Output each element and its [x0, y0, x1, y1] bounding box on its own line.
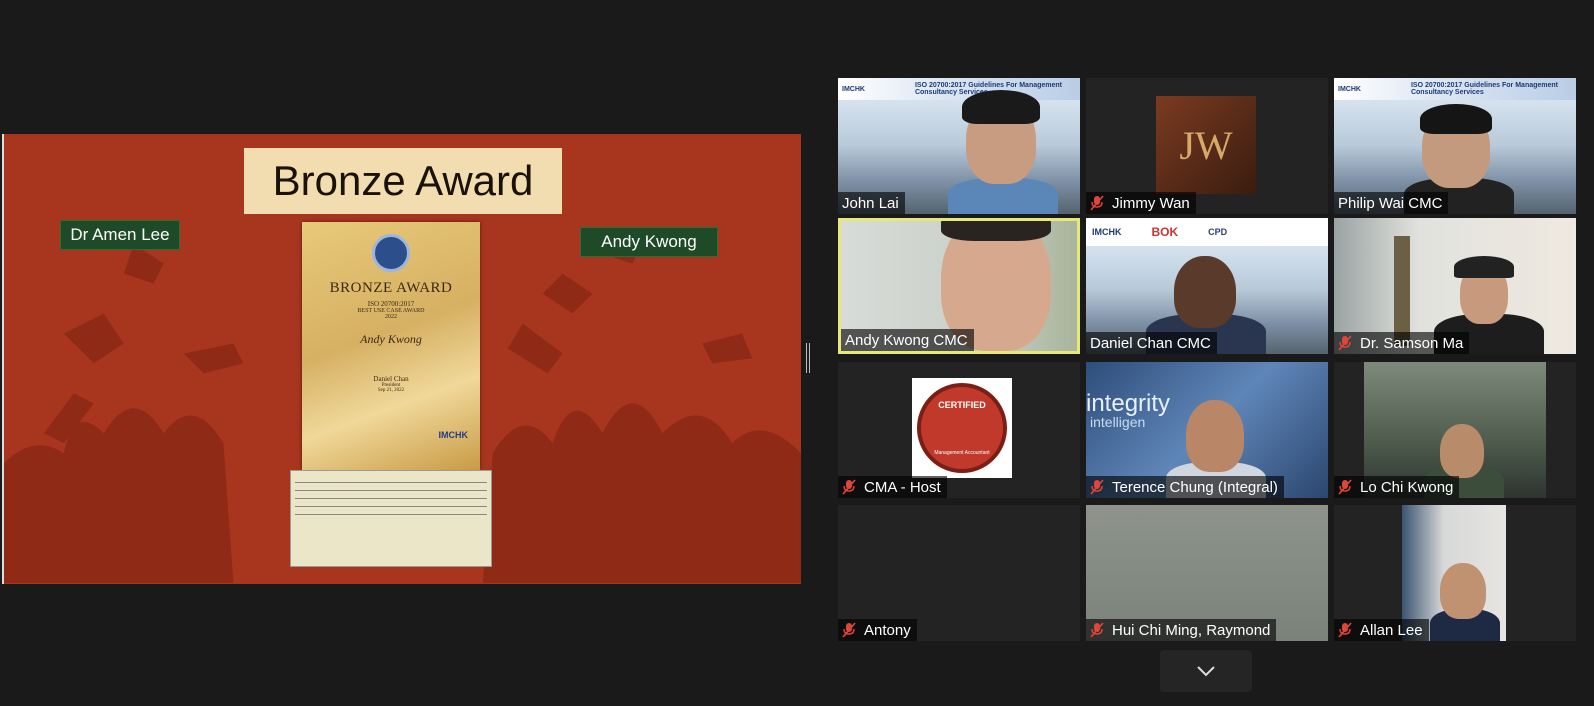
participant-tile-samson-ma[interactable]: Dr. Samson Ma	[1334, 218, 1576, 354]
virtual-background-banner: IMCHK BOK CPD	[1086, 218, 1328, 246]
person-hair	[941, 221, 1051, 241]
certificate-standard: ISO 20700:2017	[367, 300, 415, 308]
jw-logo: JW	[1156, 96, 1256, 194]
cheque-image	[290, 470, 492, 567]
participant-name: Daniel Chan CMC	[1086, 332, 1217, 354]
participant-name: Terence Chung (Integral)	[1086, 476, 1284, 498]
show-more-button[interactable]	[1160, 650, 1252, 692]
cma-badge-title: CERTIFIED	[938, 400, 986, 410]
mic-off-icon	[842, 622, 856, 638]
participant-tile-lo-chi-kwong[interactable]: Lo Chi Kwong	[1334, 362, 1576, 498]
virtual-background-banner: IMCHK ISO 20700:2017 Guidelines For Manag…	[838, 78, 1080, 100]
mic-off-icon	[1338, 335, 1352, 351]
participant-name: John Lai	[838, 192, 905, 214]
chevron-down-icon	[1197, 666, 1215, 677]
participant-name: Dr. Samson Ma	[1334, 332, 1470, 354]
participant-tile-hui-chi-ming[interactable]: Hui Chi Ming, Raymond	[1086, 505, 1328, 641]
certificate-date: Sep 21, 2022	[377, 388, 405, 393]
participant-tile-allan-lee[interactable]: Allan Lee	[1334, 505, 1576, 641]
right-name-tag: Andy Kwong	[580, 227, 718, 257]
participant-tile-philip-wai[interactable]: IMCHK ISO 20700:2017 Guidelines For Manag…	[1334, 78, 1576, 214]
person-head	[1186, 400, 1244, 472]
shared-screen: Bronze Award Dr Amen Lee Andy Kwong BRON…	[2, 134, 801, 584]
cma-badge: CERTIFIED Management Accountant	[912, 378, 1012, 478]
participant-name: Andy Kwong CMC	[841, 329, 974, 351]
mic-off-icon	[1090, 479, 1104, 495]
slide-title: Bronze Award	[244, 148, 562, 214]
participant-name: Lo Chi Kwong	[1334, 476, 1460, 498]
split-resize-handle[interactable]	[806, 343, 810, 373]
participant-tile-antony[interactable]: Antony	[838, 505, 1080, 641]
virtual-background-banner: IMCHK ISO 20700:2017 Guidelines For Manag…	[1334, 78, 1576, 100]
person-head	[1174, 256, 1236, 328]
certificate-signatory: Daniel Chan	[373, 375, 409, 383]
person-head	[1440, 563, 1486, 619]
certificate-heading: BRONZE AWARD	[329, 280, 453, 296]
participant-tile-john-lai[interactable]: IMCHK ISO 20700:2017 Guidelines For Manag…	[838, 78, 1080, 214]
award-certificate: BRONZE AWARD ISO 20700:2017 BEST USE CAS…	[302, 222, 480, 470]
participant-name: Antony	[838, 619, 917, 641]
person-head	[1440, 424, 1484, 478]
person-cap	[1454, 256, 1514, 278]
certificate-seal-icon	[372, 234, 410, 272]
mic-off-icon	[1338, 479, 1352, 495]
participant-tile-cma-host[interactable]: CERTIFIED Management Accountant CMA - Ho…	[838, 362, 1080, 498]
person-hair	[1420, 104, 1492, 134]
mic-off-icon	[1090, 622, 1104, 638]
participant-tile-terence-chung[interactable]: integrity intelligen Terence Chung (Inte…	[1086, 362, 1328, 498]
participant-name: Jimmy Wan	[1086, 192, 1196, 214]
certificate-recipient: Andy Kwong	[360, 332, 422, 346]
participant-name: Philip Wai CMC	[1334, 192, 1449, 214]
mic-off-icon	[1090, 195, 1104, 211]
participant-name: CMA - Host	[838, 476, 947, 498]
certificate-year: 2022	[385, 314, 397, 320]
participant-tile-jimmy-wan[interactable]: JW Jimmy Wan	[1086, 78, 1328, 214]
intelligence-text: intelligen	[1090, 414, 1146, 430]
certificate-logo: IMCHK	[438, 430, 469, 440]
participant-name: Hui Chi Ming, Raymond	[1086, 619, 1277, 641]
participant-name: Allan Lee	[1334, 619, 1429, 641]
participant-tile-daniel-chan[interactable]: IMCHK BOK CPD Daniel Chan CMC	[1086, 218, 1328, 354]
left-name-tag: Dr Amen Lee	[60, 220, 180, 250]
mic-off-icon	[1338, 622, 1352, 638]
cma-badge-subtitle: Management Accountant	[934, 450, 990, 456]
person-hair	[962, 90, 1040, 124]
curtain	[1394, 236, 1410, 346]
participant-tile-andy-kwong[interactable]: Andy Kwong CMC	[838, 218, 1080, 354]
mic-off-icon	[842, 479, 856, 495]
